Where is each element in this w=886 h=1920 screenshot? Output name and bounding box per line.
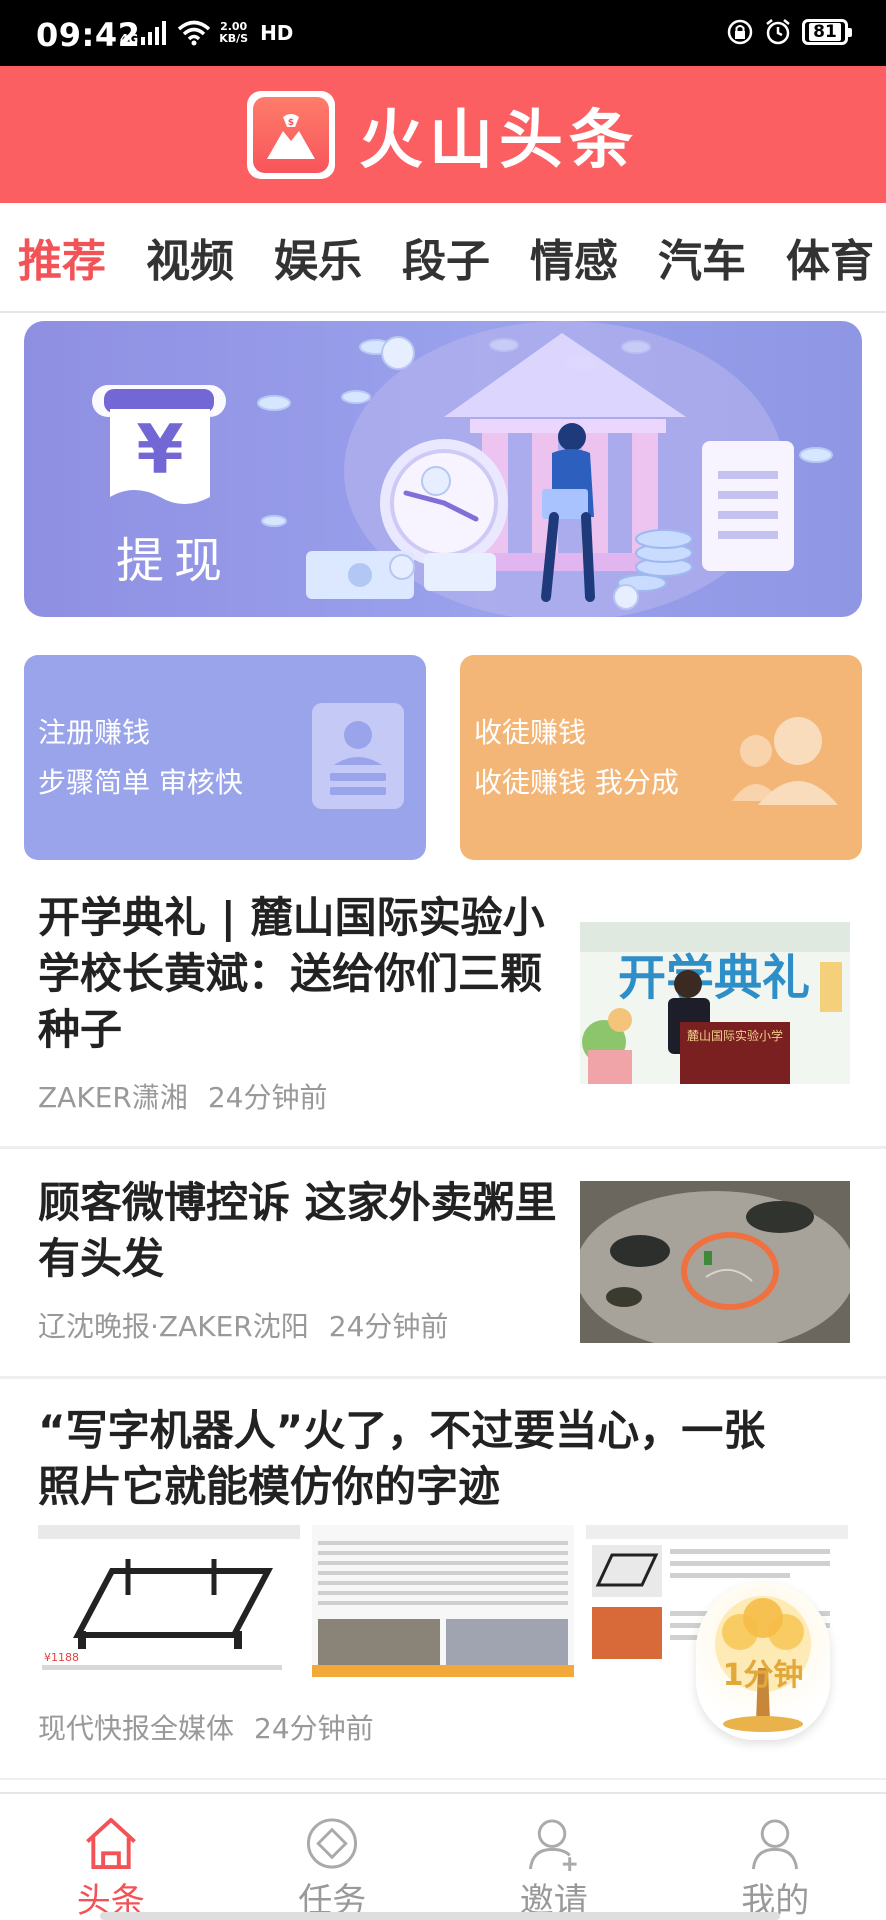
battery-level: 81 xyxy=(809,23,841,41)
tab-video[interactable]: 视频 xyxy=(146,225,234,289)
lock-rotation-icon xyxy=(727,19,753,45)
register-earn-card[interactable]: 注册赚钱 步骤简单 审核快 xyxy=(24,655,426,860)
battery-icon: 81 xyxy=(802,19,852,45)
news-title: 开学典礼 | 麓山国际实验小 学校长黄斌：送给你们三颗 种子 xyxy=(38,893,545,1054)
news-meta: 辽沈晚报·ZAKER沈阳 24分钟前 xyxy=(38,1305,448,1345)
reading-timer-button[interactable]: 1分钟 xyxy=(696,1582,830,1740)
register-card-subtitle: 步骤简单 审核快 xyxy=(38,766,243,799)
category-tabs: 推荐 视频 娱乐 段子 情感 汽车 体育 xyxy=(0,203,886,313)
network-speed: 2.00 KB/S xyxy=(219,20,249,45)
news-divider xyxy=(0,1778,886,1780)
nav-tasks[interactable]: 任务 xyxy=(222,1794,444,1920)
group-users-icon xyxy=(732,717,838,805)
bottom-nav: 头条 任务 邀请 我的 xyxy=(0,1792,886,1920)
news-time: 24分钟前 xyxy=(328,1310,449,1343)
news-source: 现代快报全媒体 xyxy=(38,1712,235,1745)
id-card-icon xyxy=(312,703,404,809)
news-source: 辽沈晚报·ZAKER沈阳 xyxy=(38,1310,309,1343)
app-header: $ 火山头条 xyxy=(0,66,886,203)
svg-text:¥1188: ¥1188 xyxy=(44,1651,79,1664)
withdraw-label: 提现 xyxy=(116,533,233,589)
news-thumbnail xyxy=(312,1525,574,1677)
tab-auto[interactable]: 汽车 xyxy=(658,225,746,289)
tab-recommend[interactable]: 推荐 xyxy=(18,225,106,289)
register-card-title: 注册赚钱 xyxy=(38,716,151,749)
network-status: 4G 2.00 KB/S HD xyxy=(120,20,293,46)
svg-text:¥: ¥ xyxy=(136,411,183,490)
recruit-earn-card[interactable]: 收徒赚钱 收徒赚钱 我分成 xyxy=(460,655,862,860)
status-right: 81 xyxy=(726,18,852,46)
news-title: “写字机器人”火了，不过要当心，一张 照片它就能模仿你的字迹 xyxy=(38,1406,766,1511)
timer-label: 1分钟 xyxy=(722,1658,804,1693)
tab-sports[interactable]: 体育 xyxy=(786,225,874,289)
task-icon xyxy=(307,1818,358,1869)
nav-invite[interactable]: 邀请 xyxy=(443,1794,665,1920)
news-item[interactable]: 开学典礼 | 麓山国际实验小 学校长黄斌：送给你们三颗 种子 ZAKER潇湘 24… xyxy=(0,880,886,1146)
profile-icon xyxy=(752,1819,799,1870)
home-indicator xyxy=(100,1912,780,1920)
news-thumbnail: 开学典礼 麓山国际实验小学 xyxy=(580,922,850,1084)
news-time: 24分钟前 xyxy=(207,1081,328,1114)
tab-emotion[interactable]: 情感 xyxy=(530,225,618,289)
wifi-icon xyxy=(178,20,211,46)
svg-text:$: $ xyxy=(288,118,294,128)
hd-label: HD xyxy=(260,21,294,45)
news-item[interactable]: 顾客微博控诉 这家外卖粥里 有头发 辽沈晚报·ZAKER沈阳 24分钟前 xyxy=(0,1149,886,1377)
news-source: ZAKER潇湘 xyxy=(38,1081,188,1114)
app-title: 火山头条 xyxy=(359,103,639,178)
news-meta: ZAKER潇湘 24分钟前 xyxy=(38,1076,328,1116)
recruit-card-title: 收徒赚钱 xyxy=(474,716,587,749)
news-time: 24分钟前 xyxy=(254,1712,374,1745)
tab-entertainment[interactable]: 娱乐 xyxy=(274,225,362,289)
tab-jokes[interactable]: 段子 xyxy=(402,225,490,289)
network-tag: 4G xyxy=(120,32,139,46)
invite-icon xyxy=(528,1819,577,1871)
news-title: 顾客微博控诉 这家外卖粥里 有头发 xyxy=(38,1178,557,1283)
svg-text:开学典礼: 开学典礼 xyxy=(618,950,810,1006)
alarm-icon xyxy=(766,19,790,45)
signal-icon xyxy=(141,21,167,45)
app-logo-icon: $ xyxy=(247,90,335,179)
withdraw-banner[interactable]: ¥ 提现 xyxy=(24,321,862,617)
news-meta: 现代快报全媒体 24分钟前 xyxy=(38,1707,374,1747)
news-thumbnail: ¥1188 xyxy=(38,1525,300,1677)
nav-profile[interactable]: 我的 xyxy=(665,1794,886,1920)
news-thumbnail xyxy=(580,1181,850,1343)
home-icon xyxy=(85,1817,136,1870)
svg-text:麓山国际实验小学: 麓山国际实验小学 xyxy=(687,1028,783,1043)
recruit-card-subtitle: 收徒赚钱 我分成 xyxy=(474,766,679,799)
status-bar: 09:42 4G 2.00 KB/S HD 81 xyxy=(0,0,886,66)
nav-headlines[interactable]: 头条 xyxy=(0,1794,222,1920)
